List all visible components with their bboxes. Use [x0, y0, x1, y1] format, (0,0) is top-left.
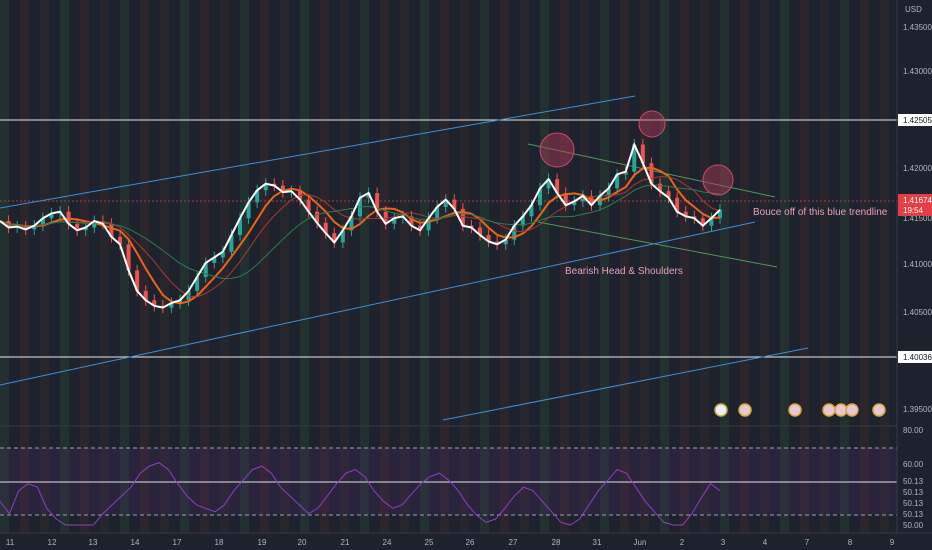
rsi-level-label: 50.00 — [903, 521, 924, 530]
x-tick-label: 11 — [6, 538, 15, 547]
x-tick-label: 20 — [298, 538, 307, 547]
session-band — [640, 0, 649, 426]
rsi-level-label: 50.13 — [903, 499, 924, 508]
x-tick-label: 19 — [258, 538, 267, 547]
x-tick-label: 31 — [593, 538, 602, 547]
session-band — [120, 0, 129, 426]
y-tick-label: 1.40500 — [903, 308, 932, 317]
y-tick-label: 1.43000 — [903, 67, 932, 76]
x-tick-label: 9 — [890, 538, 895, 547]
event-flag-icon[interactable] — [872, 403, 886, 417]
session-band — [500, 0, 509, 426]
head-marker[interactable] — [638, 110, 666, 138]
x-tick-label: 24 — [383, 538, 392, 547]
x-tick-label: Jun — [634, 538, 647, 547]
rsi-level-label: 50.13 — [903, 488, 924, 497]
event-flag-icon[interactable] — [714, 403, 728, 417]
session-band — [420, 0, 429, 426]
event-flag-icon[interactable] — [834, 403, 848, 417]
session-band — [620, 0, 629, 426]
session-band — [280, 0, 289, 426]
x-tick-label: 21 — [341, 538, 350, 547]
session-band — [440, 0, 449, 426]
x-tick-label: 13 — [89, 538, 98, 547]
x-tick-label: 25 — [425, 538, 434, 547]
session-band — [20, 0, 29, 426]
y-tick-label: 1.43500 — [903, 23, 932, 32]
lower-level-price: 1.40036 — [903, 353, 932, 362]
session-band — [660, 0, 669, 426]
left-shoulder-marker[interactable] — [539, 132, 575, 168]
event-flag-icon[interactable] — [845, 403, 859, 417]
session-band — [180, 0, 189, 426]
currency-label: USD — [905, 5, 922, 14]
session-band — [600, 0, 609, 426]
event-flag-icon[interactable] — [738, 403, 752, 417]
x-tick-label: 28 — [552, 538, 561, 547]
right-shoulder-marker[interactable] — [702, 164, 734, 196]
session-band — [140, 0, 149, 426]
upper-level-price: 1.42505 — [903, 116, 932, 125]
session-band — [40, 0, 49, 426]
session-band — [160, 0, 169, 426]
chart-canvas[interactable]: Bouce off of this blue trendline Bearish… — [0, 0, 932, 550]
rsi-level-label: 50.13 — [903, 510, 924, 519]
session-band — [740, 0, 749, 426]
session-band — [340, 0, 349, 426]
chart[interactable]: Bouce off of this blue trendline Bearish… — [0, 0, 932, 550]
x-tick-label: 7 — [805, 538, 810, 547]
pattern-annotation: Bearish Head & Shoulders — [565, 266, 683, 277]
y-tick-label: 1.41000 — [903, 260, 932, 269]
x-tick-label: 27 — [509, 538, 518, 547]
current-price: 1.41674 — [903, 196, 932, 205]
rsi-level-label: 80.00 — [903, 426, 924, 435]
session-band — [560, 0, 569, 426]
x-tick-label: 18 — [215, 538, 224, 547]
session-band — [80, 0, 89, 426]
trendline-annotation: Bouce off of this blue trendline — [753, 207, 888, 218]
candle-countdown: 19:54 — [903, 206, 924, 215]
x-tick-label: 12 — [48, 538, 57, 547]
session-band — [220, 0, 229, 426]
session-band — [480, 0, 489, 426]
x-tick-label: 26 — [466, 538, 475, 547]
price-axis[interactable]: USD 1.43500 1.43000 1.42000 1.41500 1.41… — [896, 0, 932, 533]
y-tick-label: 1.39500 — [903, 405, 932, 414]
y-tick-label: 1.42000 — [903, 164, 932, 173]
x-tick-label: 2 — [680, 538, 685, 547]
rsi-level-label: 60.00 — [903, 460, 924, 469]
x-tick-label: 14 — [131, 538, 140, 547]
session-band — [0, 0, 9, 426]
session-band — [300, 0, 309, 426]
event-flag-icon[interactable] — [788, 403, 802, 417]
x-tick-label: 3 — [721, 538, 726, 547]
x-tick-label: 8 — [848, 538, 853, 547]
rsi-level-label: 50.13 — [903, 477, 924, 486]
event-flag-icon[interactable] — [822, 403, 836, 417]
x-tick-label: 17 — [173, 538, 182, 547]
session-band — [200, 0, 209, 426]
x-tick-label: 4 — [763, 538, 768, 547]
